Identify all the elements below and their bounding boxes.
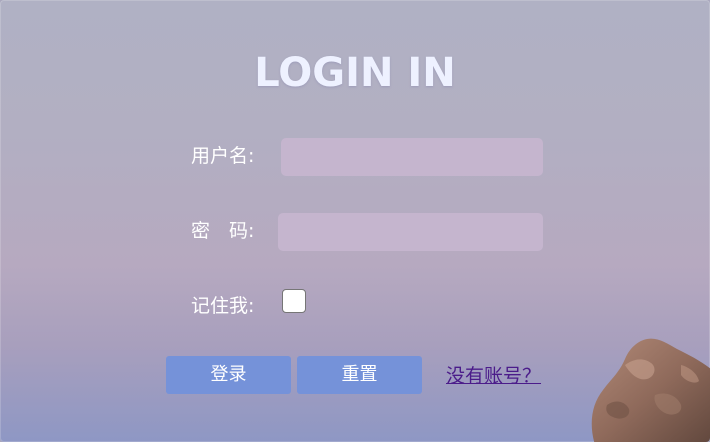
- page-title: LOGIN IN: [254, 50, 456, 96]
- username-label: 用户名:: [191, 145, 255, 167]
- login-panel: LOGIN IN 用户名: 密 码: 记住我: 登录 重置 没有账号？: [0, 0, 710, 442]
- password-label: 密 码:: [191, 220, 255, 242]
- register-link[interactable]: 没有账号？: [446, 364, 541, 388]
- reset-button[interactable]: 重置: [297, 356, 422, 394]
- password-input[interactable]: [278, 213, 543, 251]
- login-button[interactable]: 登录: [166, 356, 291, 394]
- remember-label: 记住我:: [191, 295, 255, 317]
- remember-me-checkbox[interactable]: [282, 289, 306, 313]
- rock-decoration: [591, 338, 710, 442]
- username-input[interactable]: [281, 138, 543, 176]
